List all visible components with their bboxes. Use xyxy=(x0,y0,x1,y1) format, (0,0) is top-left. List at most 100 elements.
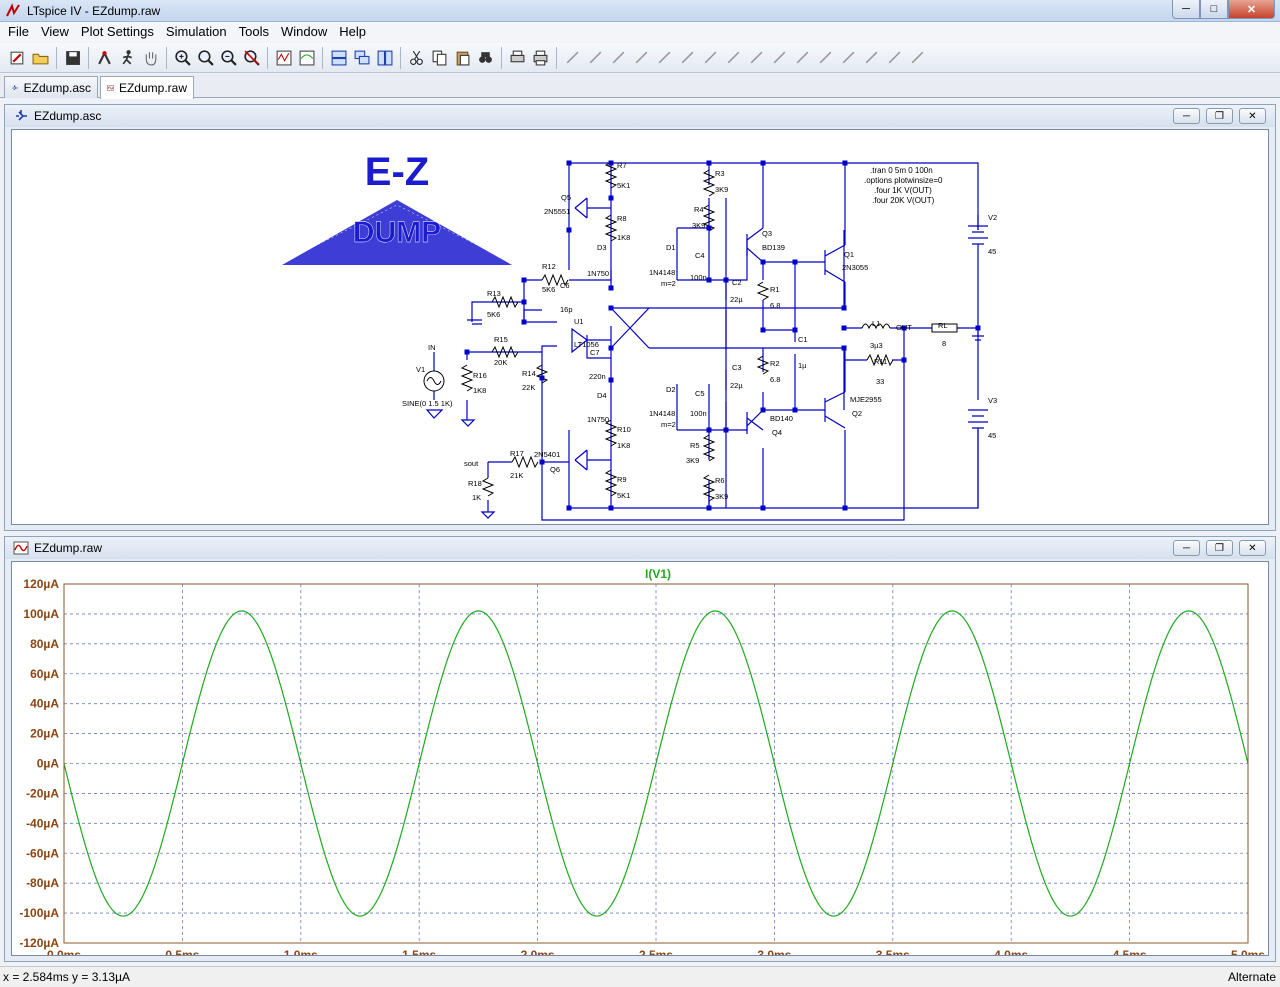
y-tick-label: 80µA xyxy=(30,637,59,651)
autorange-button[interactable] xyxy=(272,46,295,69)
component-label-r1v: 6.8 xyxy=(770,301,780,310)
control-panel-button[interactable] xyxy=(93,46,116,69)
menu-tools[interactable]: Tools xyxy=(233,22,275,42)
component-label-q5: Q5 xyxy=(561,193,571,202)
pick-visible-traces-button[interactable] xyxy=(295,46,318,69)
junction-dot xyxy=(842,505,848,511)
schematic-close-button[interactable]: ✕ xyxy=(1239,108,1266,124)
menu-plot-settings[interactable]: Plot Settings xyxy=(75,22,160,42)
component-labels: R75K1R81K8D31N750Q52N5551R33K9R43K9D11N4… xyxy=(402,161,997,502)
redo-icon xyxy=(819,51,832,64)
x-tick-label: 2.5ms xyxy=(639,948,673,956)
zoom-out-button[interactable] xyxy=(217,46,240,69)
cut-button[interactable] xyxy=(405,46,428,69)
open-file-button[interactable] xyxy=(29,46,52,69)
tab-ezdump-raw[interactable]: EZdump.raw xyxy=(100,76,194,99)
print-preview-button[interactable] xyxy=(506,46,529,69)
zoom-in-button[interactable] xyxy=(171,46,194,69)
zoom-cancel-button[interactable] xyxy=(240,46,263,69)
tab-ezdump-asc[interactable]: EZdump.asc xyxy=(4,76,98,98)
label-button[interactable] xyxy=(607,46,630,69)
schematic-window: EZdump.asc ─ ❐ ✕ E-Z DUMP .tran 0 5m 0 1… xyxy=(4,104,1276,531)
zoom-area-icon xyxy=(198,50,214,66)
menu-file[interactable]: File xyxy=(2,22,35,42)
junction-dot xyxy=(539,375,545,381)
run-icon xyxy=(122,50,132,65)
component-label-l1v: 3µ3 xyxy=(870,341,883,350)
component-label-d2: D2 xyxy=(666,385,676,394)
waveform-restore-button[interactable]: ❐ xyxy=(1206,540,1233,556)
component-label-v2v: 45 xyxy=(988,247,996,256)
close-button[interactable]: ✕ xyxy=(1228,0,1275,19)
menu-view[interactable]: View xyxy=(35,22,75,42)
window-title: LTspice IV - EZdump.raw xyxy=(27,3,161,18)
component-label-r11v: 33 xyxy=(876,377,884,386)
find-button[interactable] xyxy=(474,46,497,69)
component-label-c4: C4 xyxy=(695,251,705,260)
copy-button[interactable] xyxy=(428,46,451,69)
y-tick-label: -40µA xyxy=(26,816,59,830)
tile-horizontal-button[interactable] xyxy=(327,46,350,69)
waveform-plot-area[interactable]: 120µA 100µA 80µA 60µA 40µA 20µA 0µA -20µA -40µA -… xyxy=(11,561,1269,956)
menu-help[interactable]: Help xyxy=(333,22,372,42)
junction-dot xyxy=(723,427,729,433)
y-tick-label: 100µA xyxy=(23,607,59,621)
schematic-minimize-button[interactable]: ─ xyxy=(1173,108,1200,124)
component-label-r15v: 20K xyxy=(494,358,507,367)
schematic-icon xyxy=(16,110,27,121)
rotate-button[interactable] xyxy=(837,46,860,69)
menu-simulation[interactable]: Simulation xyxy=(160,22,233,42)
component-label-q4: Q4 xyxy=(772,428,782,437)
waveform-close-button[interactable]: ✕ xyxy=(1239,540,1266,556)
drag-button[interactable] xyxy=(768,46,791,69)
logo-ez-text: E-Z xyxy=(365,150,429,194)
toolbar xyxy=(0,43,1280,73)
component-label-c2: C2 xyxy=(732,278,742,287)
ez-dump-logo: E-Z DUMP xyxy=(282,150,512,265)
mirror-button[interactable] xyxy=(860,46,883,69)
resistor-button[interactable] xyxy=(630,46,653,69)
resistor-symbols xyxy=(423,161,958,502)
logo-dump-text: DUMP xyxy=(353,216,441,249)
toolbar-separator xyxy=(56,46,57,69)
waveform-minimize-button[interactable]: ─ xyxy=(1173,540,1200,556)
cascade-button[interactable] xyxy=(350,46,373,69)
paste-button[interactable] xyxy=(451,46,474,69)
zoom-area-button[interactable] xyxy=(194,46,217,69)
save-button[interactable] xyxy=(61,46,84,69)
schematic-canvas[interactable]: E-Z DUMP .tran 0 5m 0 100n .options plot… xyxy=(11,129,1269,525)
component-button[interactable] xyxy=(722,46,745,69)
run-button[interactable] xyxy=(116,46,139,69)
capacitor-button[interactable] xyxy=(653,46,676,69)
component-label-q6v: 2N5401 xyxy=(534,450,560,459)
wire-button[interactable] xyxy=(561,46,584,69)
inductor-icon xyxy=(681,51,694,64)
diode-button[interactable] xyxy=(699,46,722,69)
y-axis-ticks: 120µA 100µA 80µA 60µA 40µA 20µA 0µA -20µA -40µA -… xyxy=(19,577,59,950)
component-label-r3v: 3K9 xyxy=(715,185,728,194)
junction-dot xyxy=(608,377,614,383)
component-label-c5: C5 xyxy=(695,389,705,398)
spice-directive-button[interactable] xyxy=(906,46,929,69)
ground-button[interactable] xyxy=(584,46,607,69)
tile-vertical-button[interactable] xyxy=(373,46,396,69)
component-label-c4v: 100n xyxy=(690,273,707,282)
mirror-icon xyxy=(865,51,878,64)
minimize-button[interactable]: ─ xyxy=(1172,0,1200,19)
waveform-window-titlebar: EZdump.raw xyxy=(5,537,1275,559)
open-schematic-button[interactable] xyxy=(6,46,29,69)
pan-hand-button[interactable] xyxy=(139,46,162,69)
inductor-button[interactable] xyxy=(676,46,699,69)
print-button[interactable] xyxy=(529,46,552,69)
move-button[interactable] xyxy=(745,46,768,69)
menu-window[interactable]: Window xyxy=(275,22,333,42)
undo-button[interactable] xyxy=(791,46,814,69)
junction-dot xyxy=(760,407,766,413)
trace-label-i-v1[interactable]: I(V1) xyxy=(645,567,671,581)
component-label-in: IN xyxy=(428,343,436,352)
schematic-restore-button[interactable]: ❐ xyxy=(1206,108,1233,124)
text-button[interactable] xyxy=(883,46,906,69)
redo-button[interactable] xyxy=(814,46,837,69)
maximize-button[interactable]: □ xyxy=(1200,0,1228,19)
menu-bar: File View Plot Settings Simulation Tools… xyxy=(0,22,1280,42)
